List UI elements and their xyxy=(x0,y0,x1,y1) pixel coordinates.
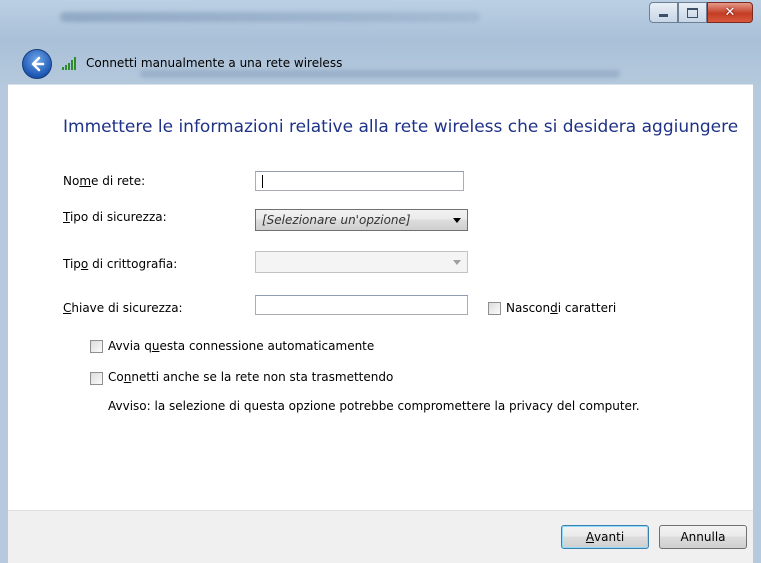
back-button[interactable] xyxy=(22,49,52,79)
text-caret xyxy=(262,175,263,188)
auto-start-checkbox[interactable] xyxy=(90,340,103,353)
wireless-signal-icon xyxy=(62,57,76,70)
connect-hidden-label[interactable]: Connetti anche se la rete non sta trasme… xyxy=(108,370,393,384)
hide-characters-checkbox[interactable] xyxy=(488,302,501,315)
security-key-label: Chiave di sicurezza: xyxy=(63,301,183,315)
next-button[interactable]: Avanti xyxy=(561,525,649,549)
blurred-breadcrumb xyxy=(140,70,620,78)
maximize-button[interactable] xyxy=(678,2,707,23)
blurred-title-text xyxy=(60,12,480,22)
caption-buttons: ✕ xyxy=(649,2,753,23)
button-bar: Avanti Annulla xyxy=(8,510,753,563)
window-title: Connetti manualmente a una rete wireless xyxy=(86,56,343,70)
content-area: Immettere le informazioni relative alla … xyxy=(8,84,753,511)
hide-characters-label[interactable]: Nascondi caratteri xyxy=(506,301,616,315)
privacy-warning: Avviso: la selezione di questa opzione p… xyxy=(108,399,640,413)
network-name-input[interactable] xyxy=(255,171,464,191)
network-name-label: Nome di rete: xyxy=(63,174,146,188)
connect-hidden-checkbox[interactable] xyxy=(90,372,103,385)
minimize-icon xyxy=(659,14,668,17)
encryption-type-dropdown[interactable] xyxy=(255,251,468,273)
cancel-button[interactable]: Annulla xyxy=(659,525,747,549)
security-key-input[interactable] xyxy=(255,295,468,315)
page-heading: Immettere le informazioni relative alla … xyxy=(63,117,739,137)
dropdown-arrow-icon xyxy=(453,218,461,223)
close-icon: ✕ xyxy=(724,5,736,20)
close-button[interactable]: ✕ xyxy=(707,2,753,23)
security-type-dropdown[interactable]: [Selezionare un'opzione] xyxy=(255,209,468,231)
maximize-icon xyxy=(687,7,698,18)
wizard-window: ✕ Connetti manualmente a una rete wirele… xyxy=(0,0,761,563)
encryption-type-label: Tipo di crittografia: xyxy=(63,257,178,271)
minimize-button[interactable] xyxy=(649,2,678,23)
back-arrow-icon xyxy=(31,56,45,72)
security-type-value: [Selezionare un'opzione] xyxy=(262,213,411,227)
security-type-label: Tipo di sicurezza: xyxy=(63,210,167,224)
dropdown-arrow-icon xyxy=(453,260,461,265)
auto-start-label[interactable]: Avvia questa connessione automaticamente xyxy=(108,339,374,353)
